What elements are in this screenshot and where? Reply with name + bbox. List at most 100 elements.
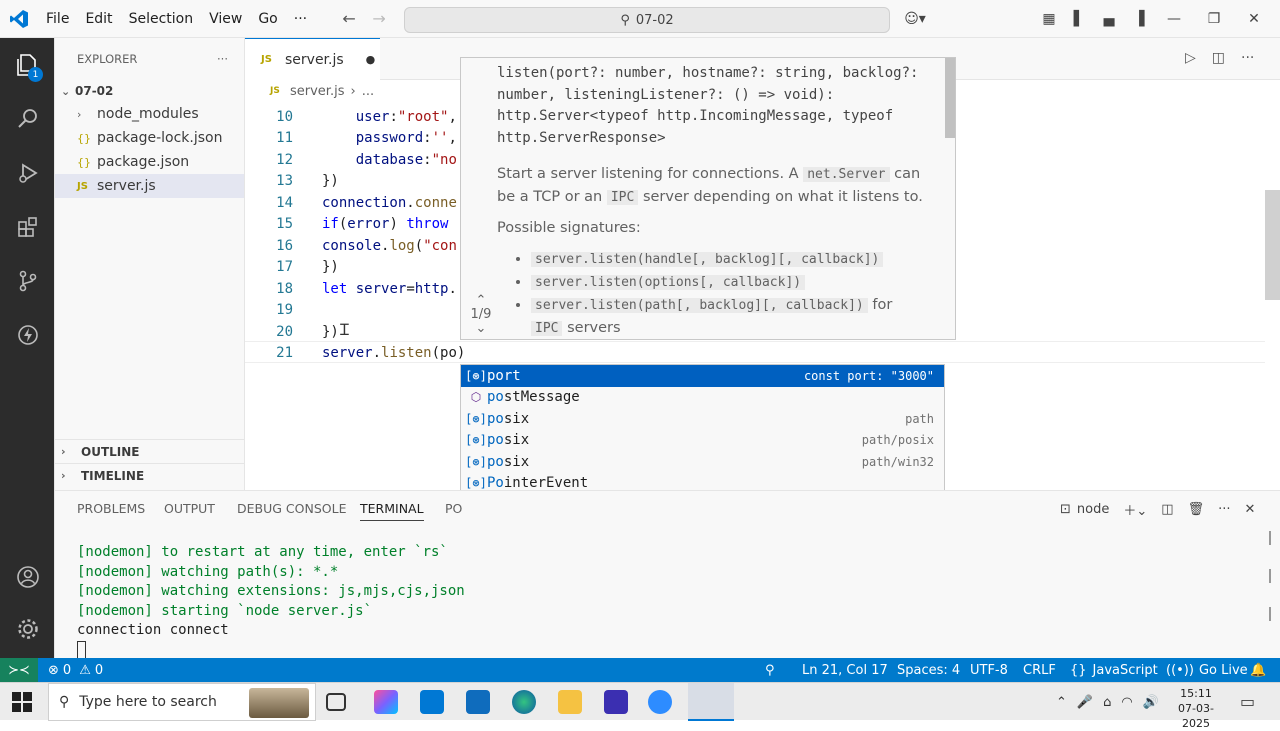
- toggle-sidebar-icon[interactable]: ▌: [1064, 11, 1094, 27]
- copilot-icon[interactable]: ☺▾: [900, 0, 930, 38]
- code-line[interactable]: 18 let server=http.: [245, 278, 457, 300]
- code-line[interactable]: 21 server.listen(po): [245, 343, 465, 365]
- new-terminal-icon[interactable]: ＋⌄: [1123, 500, 1147, 519]
- toggle-secondary-sidebar-icon[interactable]: ▐: [1124, 11, 1154, 27]
- terminal-name[interactable]: node: [1077, 502, 1109, 517]
- tab-output[interactable]: OUTPUT: [164, 501, 215, 516]
- tree-item-package-json[interactable]: {} package.json: [55, 150, 244, 174]
- eol[interactable]: CRLF: [1023, 658, 1056, 682]
- run-file-icon[interactable]: ▷: [1185, 50, 1196, 66]
- customize-layout-icon[interactable]: ▦: [1034, 11, 1064, 27]
- source-control-icon[interactable]: [0, 254, 55, 308]
- copilot-app-icon[interactable]: [374, 690, 398, 714]
- network-icon[interactable]: ⌂: [1103, 695, 1111, 710]
- arrow-left-icon[interactable]: ←: [337, 9, 361, 28]
- editor-scrollbar[interactable]: [1265, 190, 1280, 300]
- breadcrumb-more[interactable]: ...: [362, 84, 374, 99]
- code-line[interactable]: 14 connection.conne: [245, 192, 457, 214]
- split-terminal-icon[interactable]: ◫: [1161, 502, 1173, 517]
- vscode-taskbar-icon[interactable]: [688, 683, 734, 721]
- suggestion-item[interactable]: [⊛] posix path/posix: [461, 430, 944, 452]
- code-line[interactable]: 15 if(error) throw: [245, 214, 448, 236]
- explorer-icon[interactable]: 1: [0, 38, 55, 92]
- menu-view[interactable]: View: [201, 0, 250, 38]
- code-line[interactable]: 20}): [245, 321, 339, 343]
- store-icon[interactable]: [420, 690, 444, 714]
- tree-item-package-lock[interactable]: {} package-lock.json: [55, 126, 244, 150]
- unsaved-dot-icon[interactable]: ●: [366, 53, 376, 66]
- search-icon[interactable]: [0, 92, 55, 146]
- zoom-app-icon[interactable]: [648, 690, 672, 714]
- volume-icon[interactable]: 🔊: [1143, 695, 1159, 710]
- chevron-down-icon[interactable]: ⌄: [469, 322, 493, 336]
- settings-gear-icon[interactable]: [0, 602, 55, 656]
- toggle-panel-icon[interactable]: ▄: [1094, 11, 1124, 27]
- outlook-icon[interactable]: [466, 690, 490, 714]
- microphone-icon[interactable]: 🎤: [1077, 695, 1093, 710]
- code-line[interactable]: 10 user:"root",: [245, 106, 457, 128]
- split-editor-icon[interactable]: ◫: [1212, 50, 1225, 66]
- explorer-more-button[interactable]: ···: [217, 52, 228, 66]
- code-line[interactable]: 11 password:'',: [245, 128, 457, 150]
- menu-selection[interactable]: Selection: [121, 0, 202, 38]
- close-panel-icon[interactable]: ✕: [1244, 502, 1255, 517]
- tab-server-js[interactable]: JS server.js ●: [245, 38, 380, 80]
- run-debug-icon[interactable]: [0, 146, 55, 200]
- timeline-section[interactable]: › TIMELINE: [55, 463, 245, 487]
- command-center-search[interactable]: ⚲ 07-02: [404, 7, 890, 33]
- encoding[interactable]: UTF-8: [970, 658, 1008, 682]
- chevron-up-icon[interactable]: ⌃: [469, 294, 493, 308]
- code-line[interactable]: 13}): [245, 171, 339, 193]
- extensions-icon[interactable]: [0, 200, 55, 254]
- problems-indicator[interactable]: ⊗ 0 ⚠ 0: [48, 658, 103, 682]
- code-line[interactable]: 19: [245, 300, 293, 322]
- menu-go[interactable]: Go: [250, 0, 285, 38]
- task-view-icon[interactable]: [326, 693, 346, 711]
- code-line[interactable]: 17}): [245, 257, 339, 279]
- tab-terminal[interactable]: TERMINAL: [360, 501, 424, 521]
- notifications-bell-icon[interactable]: 🔔: [1250, 658, 1266, 682]
- language-mode[interactable]: {} JavaScript: [1070, 658, 1158, 682]
- trash-icon[interactable]: 🗑: [1188, 502, 1205, 517]
- close-window-icon[interactable]: ✕: [1234, 11, 1274, 27]
- wifi-icon[interactable]: ◠: [1121, 695, 1132, 710]
- windows-start-icon[interactable]: [12, 692, 32, 716]
- terminal-output[interactable]: [nodemon] to restart at any time, enter …: [77, 543, 465, 660]
- indentation[interactable]: Spaces: 4: [897, 658, 960, 682]
- suggestion-item[interactable]: [⊛] posix path: [461, 408, 944, 430]
- cursor-position[interactable]: Ln 21, Col 17: [802, 658, 888, 682]
- outline-section[interactable]: › OUTLINE: [55, 439, 245, 463]
- file-explorer-icon[interactable]: [558, 690, 582, 714]
- tab-problems[interactable]: PROBLEMS: [77, 501, 145, 516]
- tab-ports[interactable]: PO: [445, 501, 462, 516]
- tree-item-node-modules[interactable]: › node_modules: [55, 102, 244, 126]
- menu-edit[interactable]: Edit: [77, 0, 120, 38]
- menu-file[interactable]: File: [38, 0, 77, 38]
- code-line[interactable]: 16 console.log("con: [245, 235, 457, 257]
- minimize-icon[interactable]: —: [1154, 11, 1194, 27]
- taskbar-search-box[interactable]: ⚲ Type here to search: [48, 683, 316, 721]
- go-live-button[interactable]: ((•)) Go Live: [1166, 658, 1248, 682]
- breadcrumb-file[interactable]: server.js: [290, 84, 344, 99]
- arrow-right-icon[interactable]: →: [367, 9, 391, 28]
- accounts-icon[interactable]: [0, 550, 55, 604]
- suggestion-item[interactable]: [⊛] port const port: "3000": [461, 365, 944, 387]
- clock[interactable]: 15:11 07-03-2025: [1166, 686, 1226, 731]
- hover-scrollbar[interactable]: [945, 58, 955, 138]
- zoom-icon[interactable]: ⚲: [765, 658, 775, 682]
- more-icon[interactable]: ···: [1218, 502, 1230, 517]
- suggestion-item[interactable]: ⬡ postMessage: [461, 387, 944, 409]
- tree-item-server-js[interactable]: JS server.js: [55, 174, 244, 198]
- remote-explorer-icon[interactable]: [0, 308, 55, 362]
- workspace-folder[interactable]: ⌄ 07-02: [55, 80, 244, 102]
- editor-more-icon[interactable]: ···: [1241, 50, 1254, 66]
- restore-icon[interactable]: ❐: [1194, 11, 1234, 27]
- code-line[interactable]: 12 database:"no: [245, 149, 457, 171]
- dev-app-icon[interactable]: [604, 690, 628, 714]
- notification-center-icon[interactable]: ▭: [1240, 692, 1255, 711]
- menu-more[interactable]: ···: [286, 0, 315, 38]
- edge-icon[interactable]: [512, 690, 536, 714]
- suggestion-item[interactable]: [⊛] posix path/win32: [461, 451, 944, 473]
- remote-indicator-icon[interactable]: ≻≺: [0, 658, 38, 682]
- tab-debug-console[interactable]: DEBUG CONSOLE: [237, 501, 346, 516]
